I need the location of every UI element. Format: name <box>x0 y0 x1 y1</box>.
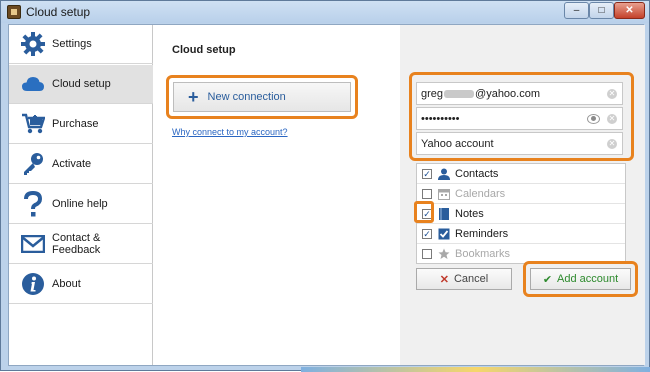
sidebar-item-activate[interactable]: Activate <box>9 145 153 184</box>
maximize-button[interactable]: □ <box>589 2 614 19</box>
page-title: Cloud setup <box>172 44 236 56</box>
calendar-icon <box>438 188 450 200</box>
highlight-notes-checkbox <box>414 201 434 223</box>
sidebar-item-purchase[interactable]: Purchase <box>9 105 153 144</box>
new-connection-button[interactable]: + New connection <box>173 82 351 112</box>
checkbox-calendars[interactable] <box>422 188 432 199</box>
cart-icon <box>20 111 46 137</box>
sidebar-item-online-help[interactable]: Online help <box>9 185 153 224</box>
sidebar-item-cloud-setup[interactable]: Cloud setup <box>9 65 153 104</box>
sync-label: Bookmarks <box>455 248 511 260</box>
sync-options-list: ✓ Contacts Calendars ✓ Notes ✓ Reminders… <box>416 163 626 264</box>
window-title: Cloud setup <box>26 5 91 19</box>
add-account-button[interactable]: ✔ Add account <box>530 268 631 290</box>
new-connection-label: New connection <box>207 91 286 103</box>
cancel-button[interactable]: ✕ Cancel <box>416 268 512 290</box>
notebook-icon <box>438 207 450 220</box>
sidebar: Settings Cloud setup Purchase Activate O… <box>9 25 153 365</box>
x-icon: ✕ <box>439 273 449 286</box>
checkbox-bookmarks[interactable] <box>422 249 432 259</box>
close-button[interactable]: ✕ <box>614 2 645 19</box>
gear-icon <box>20 31 46 57</box>
eye-icon[interactable] <box>587 114 600 124</box>
password-field[interactable]: •••••••••• ✕ <box>416 107 623 130</box>
account-name-field[interactable]: Yahoo account ✕ <box>416 132 623 155</box>
sidebar-item-contact-feedback[interactable]: Contact & Feedback <box>9 225 153 264</box>
sidebar-item-label: Online help <box>52 198 108 210</box>
cancel-label: Cancel <box>453 273 489 285</box>
info-icon <box>20 271 46 297</box>
minimize-button[interactable]: – <box>564 2 589 19</box>
person-icon <box>438 168 450 180</box>
sync-label: Notes <box>455 207 484 220</box>
account-name-value: Yahoo account <box>421 137 494 150</box>
sync-label: Contacts <box>455 167 499 180</box>
sync-item-calendars[interactable]: Calendars <box>417 184 625 204</box>
sidebar-item-label: Contact & Feedback <box>52 232 100 256</box>
sidebar-item-about[interactable]: About <box>9 265 153 304</box>
cloud-icon <box>20 71 46 97</box>
window-bottom-edge <box>301 367 650 372</box>
plus-icon: + <box>188 87 199 107</box>
email-redacted <box>444 89 475 98</box>
sidebar-item-label: Settings <box>52 38 92 50</box>
sidebar-item-label: Activate <box>52 158 92 170</box>
sync-label: Reminders <box>455 227 509 240</box>
client-area: Settings Cloud setup Purchase Activate O… <box>8 24 645 366</box>
reminder-check-icon <box>438 228 450 240</box>
sync-label: Calendars <box>455 187 506 200</box>
contact-label-line2: Feedback <box>52 244 101 256</box>
clear-icon[interactable]: ✕ <box>607 139 617 149</box>
checkbox-reminders[interactable]: ✓ <box>422 228 432 239</box>
app-icon <box>7 5 21 19</box>
question-icon <box>20 191 46 217</box>
sync-item-reminders[interactable]: ✓ Reminders <box>417 224 625 244</box>
key-icon <box>20 151 46 177</box>
star-icon <box>438 248 450 260</box>
why-connect-link[interactable]: Why connect to my account? <box>172 127 288 137</box>
sidebar-item-label: Purchase <box>52 118 99 130</box>
contact-label-line1: Contact & <box>52 232 101 244</box>
sync-item-notes[interactable]: ✓ Notes <box>417 204 625 224</box>
sidebar-item-settings[interactable]: Settings <box>9 25 153 64</box>
email-suffix: @yahoo.com <box>475 87 541 100</box>
clear-icon[interactable]: ✕ <box>607 114 617 124</box>
sync-item-contacts[interactable]: ✓ Contacts <box>417 164 625 184</box>
sidebar-item-label: Cloud setup <box>52 78 111 90</box>
title-bar[interactable]: Cloud setup – □ ✕ <box>1 1 649 23</box>
checkbox-contacts[interactable]: ✓ <box>422 168 432 179</box>
add-account-label: Add account <box>557 273 619 285</box>
app-window: Cloud setup – □ ✕ Settings Cloud setup P… <box>0 0 650 372</box>
account-panel: greg @yahoo.com ✕ •••••••••• ✕ Yahoo acco… <box>400 25 645 365</box>
sidebar-item-label: About <box>52 278 81 290</box>
main-panel: Cloud setup + New connection Why connect… <box>154 25 399 365</box>
envelope-icon <box>20 231 46 257</box>
password-value: •••••••••• <box>421 112 460 125</box>
clear-icon[interactable]: ✕ <box>607 89 617 99</box>
email-prefix: greg <box>421 87 444 100</box>
email-field[interactable]: greg @yahoo.com ✕ <box>416 82 623 105</box>
checkmark-icon: ✔ <box>542 273 553 286</box>
